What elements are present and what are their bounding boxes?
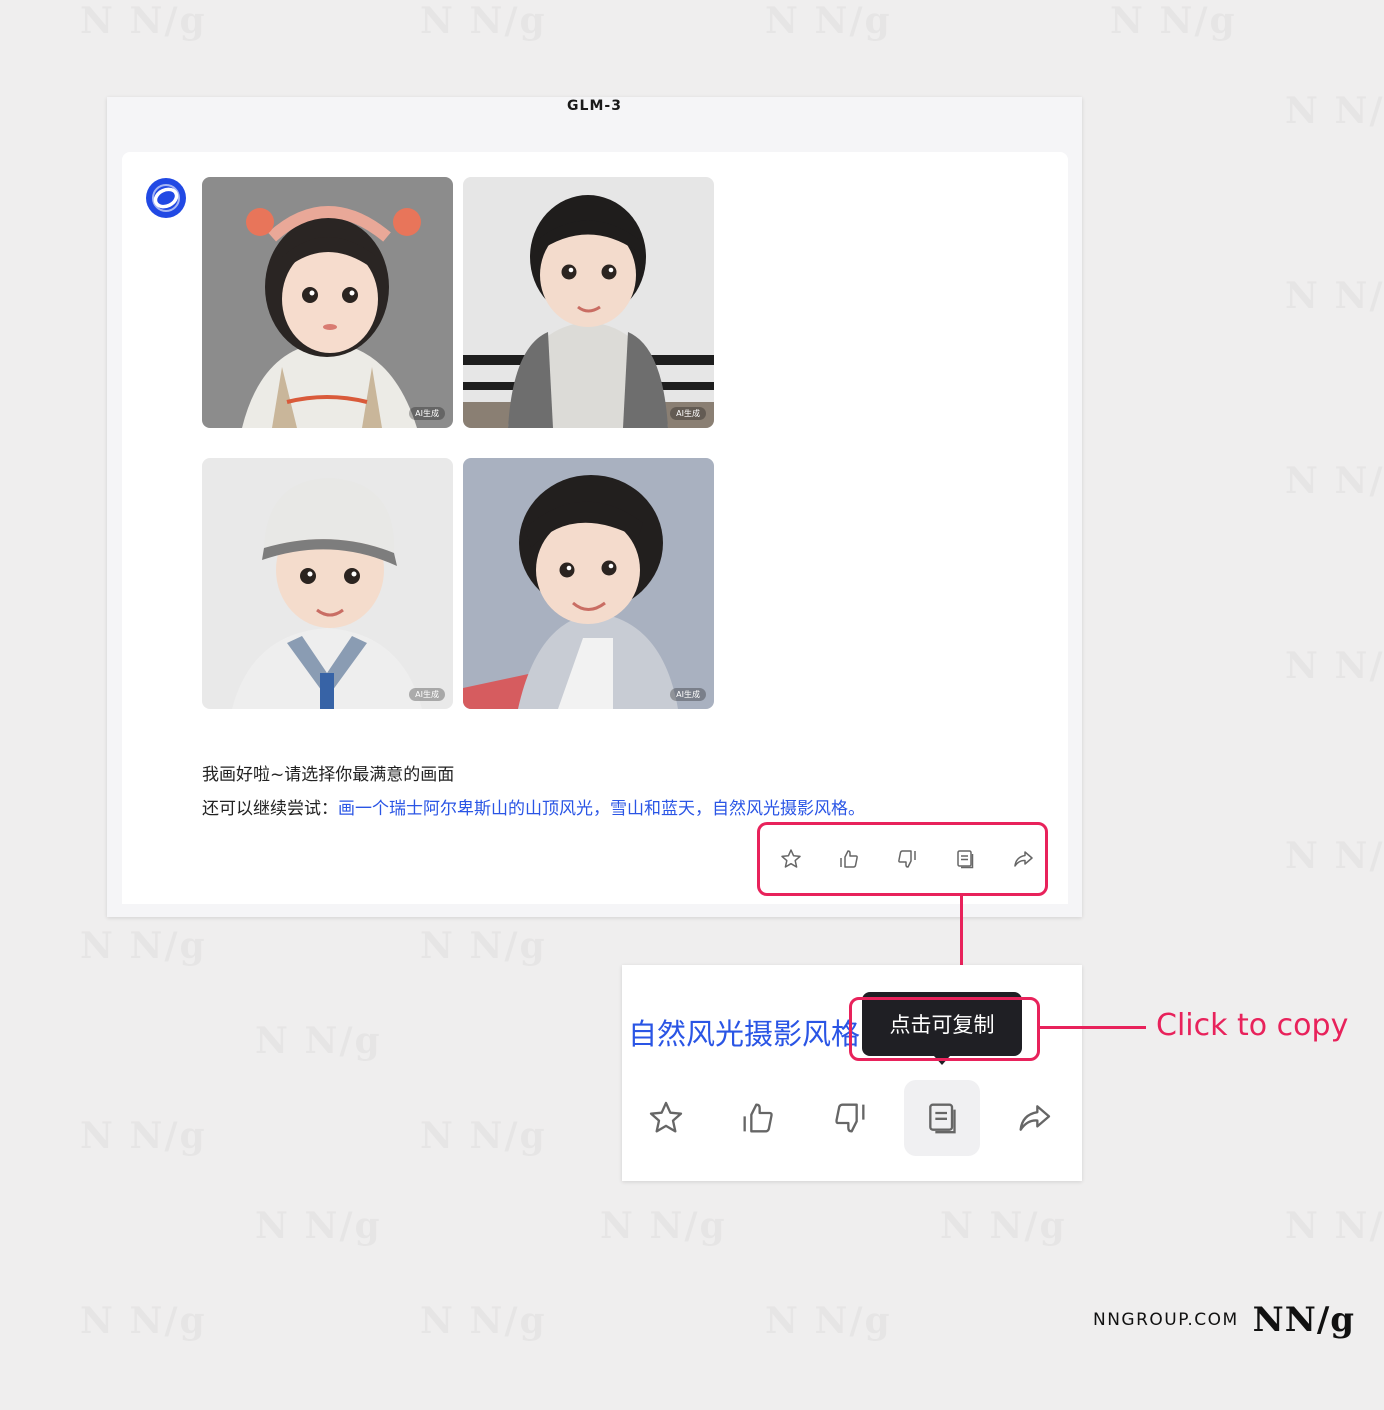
tooltip-arrow [934, 1056, 950, 1065]
watermark-logo: N N/g [1285, 1205, 1384, 1247]
dislike-button[interactable] [812, 1080, 888, 1156]
watermark-logo: N N/g [80, 1115, 207, 1157]
watermark-logo: N N/g [1285, 90, 1384, 132]
like-button[interactable] [830, 840, 868, 878]
watermark-logo: N N/g [80, 925, 207, 967]
nng-logo: NN/g [1252, 1300, 1356, 1340]
annotation-label: Click to copy [1156, 1008, 1349, 1043]
thumbs-up-icon [840, 850, 858, 868]
watermark-logo: N N/g [765, 1300, 892, 1342]
boy-smile-portrait-image [463, 458, 714, 709]
copy-icon [929, 1103, 956, 1134]
ai-generated-badge: AI生成 [409, 688, 445, 701]
share-button[interactable] [1004, 840, 1042, 878]
watermark-logo: N N/g [420, 1300, 547, 1342]
generated-image[interactable]: AI生成 [463, 458, 714, 709]
glm-logo-icon [152, 184, 180, 212]
watermark-logo: N N/g [765, 0, 892, 42]
watermark-logo: N N/g [1285, 275, 1384, 317]
boy-portrait-image [463, 177, 714, 428]
callout-connector [1040, 1026, 1146, 1029]
watermark-logo: N N/g [420, 925, 547, 967]
thumbs-up-icon [743, 1103, 773, 1133]
footer: NNGROUP.COM NN/g [1093, 1300, 1355, 1340]
generated-image[interactable]: AI生成 [463, 177, 714, 428]
watermark-logo: N N/g [420, 1115, 547, 1157]
favorite-button[interactable] [628, 1080, 704, 1156]
footer-site: NNGROUP.COM [1093, 1310, 1239, 1330]
ai-generated-badge: AI生成 [409, 407, 445, 420]
watermark-logo: N N/g [600, 1205, 727, 1247]
suggestion-prefix: 还可以继续尝试： [202, 799, 338, 819]
watermark-logo: N N/g [255, 1020, 382, 1062]
star-icon [781, 849, 801, 868]
favorite-button[interactable] [772, 840, 810, 878]
watermark-logo: N N/g [80, 1300, 207, 1342]
boy-cap-portrait-image [202, 458, 453, 709]
zoomed-detail-card: 自然风光摄影风格 点击可复制 [622, 965, 1082, 1181]
watermark-logo: N N/g [1285, 645, 1384, 687]
zoomed-suggestion-text: 自然风光摄影风格 [628, 1017, 861, 1051]
copy-button[interactable] [946, 840, 984, 878]
watermark-logo: N N/g [80, 0, 207, 42]
star-icon [649, 1101, 683, 1133]
ai-generated-badge: AI生成 [670, 688, 706, 701]
copy-icon [957, 850, 974, 869]
watermark-logo: N N/g [255, 1205, 382, 1247]
model-title: GLM-3 [567, 98, 622, 114]
generated-image[interactable]: AI生成 [202, 458, 453, 709]
watermark-logo: N N/g [1110, 0, 1237, 42]
callout-connector [960, 896, 963, 976]
watermark-logo: N N/g [1285, 460, 1384, 502]
ai-generated-badge: AI生成 [670, 407, 706, 420]
chat-message-panel: AI生成 AI生成 AI生成 AI生成 我画好啦~请选择你最满意的画面 还可以继… [122, 152, 1068, 904]
suggestion-link[interactable]: 画一个瑞士阿尔卑斯山的山顶风光，雪山和蓝天，自然风光摄影风格。 [338, 799, 865, 819]
watermark-logo: N N/g [1285, 835, 1384, 877]
bot-avatar [146, 178, 186, 218]
copy-button[interactable] [904, 1080, 980, 1156]
generated-image[interactable]: AI生成 [202, 177, 453, 428]
reply-suggestion-line: 还可以继续尝试：画一个瑞士阿尔卑斯山的山顶风光，雪山和蓝天，自然风光摄影风格。 [202, 792, 865, 826]
share-icon [1019, 1105, 1051, 1131]
thumbs-down-icon [898, 850, 916, 868]
girl-portrait-image [202, 177, 453, 428]
chat-screenshot: GLM-3 AI生成 AI生成 AI生成 AI生成 我画好啦~请选择你最满意的画… [107, 97, 1082, 917]
share-button[interactable] [996, 1080, 1072, 1156]
copy-tooltip: 点击可复制 [862, 992, 1022, 1056]
reply-line: 我画好啦~请选择你最满意的画面 [202, 765, 455, 785]
share-icon [1014, 851, 1033, 867]
dislike-button[interactable] [888, 840, 926, 878]
assistant-reply: 我画好啦~请选择你最满意的画面 还可以继续尝试：画一个瑞士阿尔卑斯山的山顶风光，… [202, 758, 865, 826]
watermark-logo: N N/g [940, 1205, 1067, 1247]
message-action-bar [772, 840, 1042, 878]
zoomed-action-bar [628, 1080, 1072, 1156]
watermark-logo: N N/g [420, 0, 547, 42]
thumbs-down-icon [835, 1103, 865, 1133]
like-button[interactable] [720, 1080, 796, 1156]
